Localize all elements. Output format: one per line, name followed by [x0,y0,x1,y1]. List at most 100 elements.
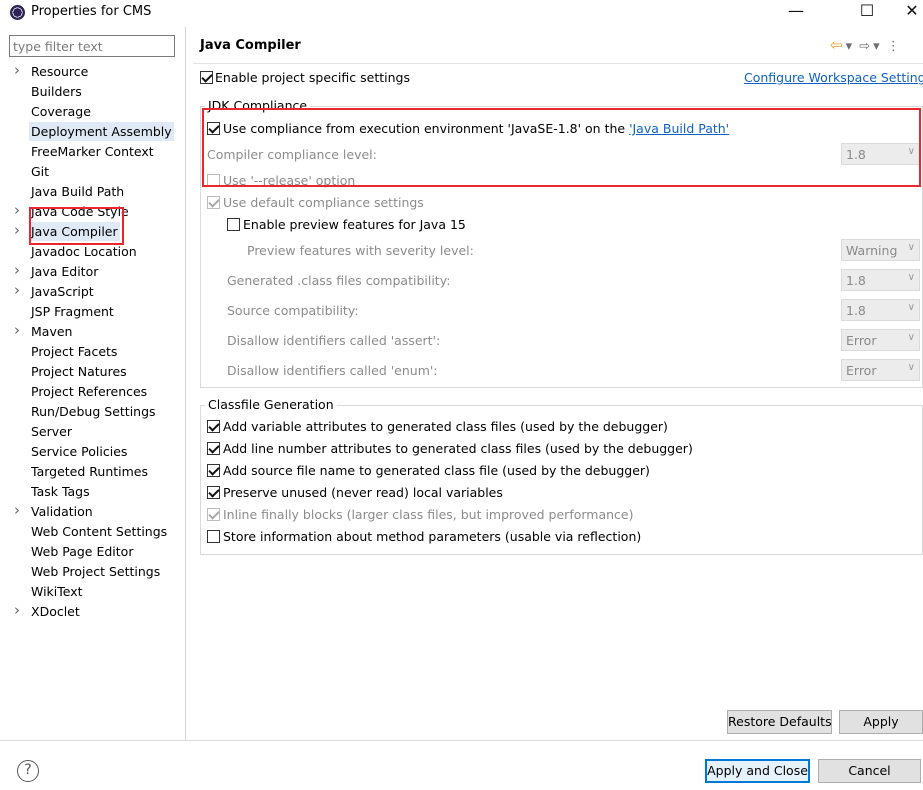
tree-item[interactable]: › Validation [14,502,184,522]
enable-project-specific-label: Enable project specific settings [215,70,410,85]
disallow-assert-select[interactable]: Error ∨ [841,329,920,351]
expand-arrow-icon[interactable]: › [14,62,26,79]
tree-item[interactable]: Builders [14,82,184,102]
expand-arrow-icon[interactable]: › [14,502,26,519]
view-menu-icon[interactable]: ⋮ [887,39,900,54]
tree-item-label: Task Tags [31,484,90,499]
preview-severity-select[interactable]: Warning ∨ [841,239,920,261]
tree-item[interactable]: Git [14,162,184,182]
expand-arrow-icon[interactable]: › [14,222,26,239]
tree-item[interactable]: › JavaScript [14,282,184,302]
chevron-down-icon: ∨ [907,302,915,313]
tree-item[interactable]: Web Content Settings [14,522,184,542]
classfile-option-checkbox[interactable] [207,530,220,543]
configure-workspace-link[interactable]: Configure Workspace Settings... [744,70,923,85]
tree-item[interactable]: FreeMarker Context [14,142,184,162]
classfile-option-label: Add line number attributes to generated … [223,441,693,456]
minimize-button[interactable]: — [774,0,818,24]
apply-button[interactable]: Apply [839,710,923,734]
disallow-enum-label: Disallow identifiers called 'enum': [227,363,438,378]
tree-item-label: Web Content Settings [31,524,168,539]
tree-item-label: Web Project Settings [31,564,161,579]
classfile-generation-title: Classfile Generation [205,397,337,412]
tree-item[interactable]: Java Build Path [14,182,184,202]
classfile-option-label: Preserve unused (never read) local varia… [223,485,503,500]
expand-arrow-icon[interactable]: › [14,322,26,339]
chevron-down-icon: ∨ [907,242,915,253]
tree-item[interactable]: Javadoc Location [14,242,184,262]
classfile-option-label: Inline finally blocks (larger class file… [223,507,634,522]
tree-item-label: Validation [31,504,93,519]
close-window-button[interactable]: ✕ [890,0,923,24]
classfile-option-checkbox[interactable] [207,486,220,499]
tree-item[interactable]: › Resource [14,62,184,82]
tree-item[interactable]: JSP Fragment [14,302,184,322]
classfile-option-checkbox[interactable] [207,464,220,477]
forward-menu-chevron-icon[interactable]: ▾ [873,39,880,54]
tree-item-label: FreeMarker Context [31,144,154,159]
tree-item-label: Resource [31,64,89,79]
use-default-compliance-checkbox[interactable] [207,196,220,209]
tree-item[interactable]: Targeted Runtimes [14,462,184,482]
chevron-down-icon: ∨ [907,362,915,373]
annotation-box-jdk-compliance [202,108,921,187]
tree-item[interactable]: Deployment Assembly [14,122,184,142]
tree-item-label: Java Build Path [31,184,125,199]
header-divider [193,63,923,64]
source-compat-select[interactable]: 1.8 ∨ [841,299,920,321]
tree-item[interactable]: Project References [14,382,184,402]
restore-defaults-button[interactable]: Restore Defaults [727,710,832,734]
generated-compat-select[interactable]: 1.8 ∨ [841,269,920,291]
tree-item[interactable]: Project Natures [14,362,184,382]
enable-preview-checkbox[interactable] [227,218,240,231]
filter-input[interactable] [9,35,175,57]
preview-severity-label: Preview features with severity level: [247,243,474,258]
tree-item-label: Project Natures [31,364,127,379]
disallow-assert-label: Disallow identifiers called 'assert': [227,333,441,348]
maximize-button[interactable]: ☐ [845,0,889,24]
tree-item-label: Run/Debug Settings [31,404,156,419]
expand-arrow-icon[interactable]: › [14,262,26,279]
tree-item-label: Coverage [31,104,91,119]
tree-item[interactable]: Web Page Editor [14,542,184,562]
classfile-option-checkbox[interactable] [207,508,220,521]
expand-arrow-icon[interactable]: › [14,202,26,219]
classfile-option-label: Add source file name to generated class … [223,463,650,478]
tree-item-label: XDoclet [31,604,80,619]
tree-item-label: Targeted Runtimes [31,464,148,479]
classfile-option-checkbox[interactable] [207,420,220,433]
back-arrow-icon[interactable]: ⇦ [830,36,843,54]
tree-item-label: Builders [31,84,82,99]
tree-item[interactable]: WikiText [14,582,184,602]
classfile-option: Store information about method parameter… [207,529,907,549]
expand-arrow-icon[interactable]: › [14,602,26,619]
enable-project-specific-checkbox[interactable] [200,71,213,84]
tree-item[interactable]: Web Project Settings [14,562,184,582]
tree-item[interactable]: › Maven [14,322,184,342]
tree-item[interactable]: › Java Editor [14,262,184,282]
back-menu-chevron-icon[interactable]: ▾ [846,39,853,54]
tree-item[interactable]: Task Tags [14,482,184,502]
apply-and-close-button[interactable]: Apply and Close [705,759,810,783]
annotation-box-java-compiler [29,207,124,245]
expand-arrow-icon[interactable]: › [14,282,26,299]
classfile-option-checkbox[interactable] [207,442,220,455]
cancel-button[interactable]: Cancel [818,759,921,783]
tree-item[interactable]: Coverage [14,102,184,122]
tree-item-label: Java Editor [31,264,99,279]
chevron-down-icon: ∨ [907,272,915,283]
source-compat-label: Source compatibility: [227,303,359,318]
tree-item-label: JavaScript [31,284,94,299]
tree-item[interactable]: Run/Debug Settings [14,402,184,422]
property-tree: › Resource Builders Coverage Deployment Asse… [14,62,184,622]
tree-item[interactable]: Server [14,422,184,442]
tree-item-label: Service Policies [31,444,128,459]
tree-item[interactable]: Project Facets [14,342,184,362]
disallow-enum-select[interactable]: Error ∨ [841,359,920,381]
classfile-option-label: Store information about method parameter… [223,529,642,544]
tree-item[interactable]: › XDoclet [14,602,184,622]
help-icon[interactable]: ? [17,760,39,782]
tree-item-label: Maven [31,324,73,339]
forward-arrow-icon[interactable]: ⇨ [859,39,870,54]
tree-item[interactable]: Service Policies [14,442,184,462]
